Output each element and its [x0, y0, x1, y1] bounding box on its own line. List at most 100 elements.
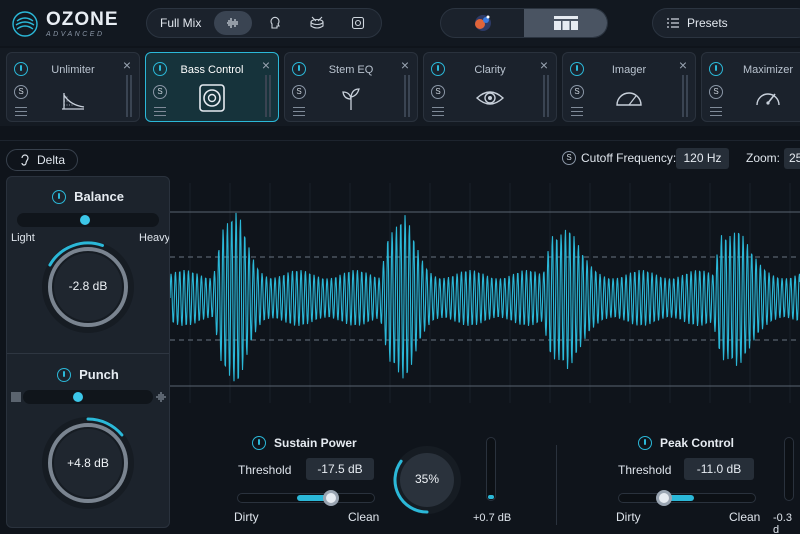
solo-icon[interactable]: S [292, 85, 306, 99]
view-assistant-button[interactable] [441, 9, 524, 37]
peak-dirty-clean-slider[interactable] [618, 490, 756, 506]
punch-title: Punch [79, 367, 119, 382]
view-modules-button[interactable] [524, 9, 607, 37]
module-unlimiter[interactable]: Unlimiter × S [6, 52, 140, 122]
peak-threshold-field[interactable]: -11.0 dB [684, 458, 754, 480]
sustain-dirty-label: Dirty [234, 510, 259, 524]
balance-value: -2.8 dB [68, 279, 108, 293]
full-mix-button[interactable]: Full Mix [147, 16, 214, 30]
close-icon[interactable]: × [538, 58, 550, 72]
sustain-threshold-label: Threshold [238, 463, 292, 477]
zoom-field[interactable]: 25 [784, 148, 800, 169]
ozone-logo-icon [12, 11, 38, 37]
sustain-output-meter [486, 437, 496, 501]
cutoff-frequency-label: Cutoff Frequency: [581, 151, 677, 165]
module-menu-icon[interactable] [154, 107, 166, 116]
module-menu-icon[interactable] [571, 107, 583, 116]
presets-button[interactable]: Presets [652, 8, 800, 38]
module-name: Maximizer [742, 64, 794, 76]
solo-icon[interactable]: S [570, 85, 584, 99]
close-icon[interactable]: × [121, 58, 133, 72]
punch-slider-thumb[interactable] [73, 392, 84, 402]
peak-control-header: Peak Control [638, 436, 734, 450]
vocal-head-icon [270, 16, 280, 29]
module-stem-eq[interactable]: Stem EQ × S [284, 52, 418, 122]
drum-icon [309, 16, 324, 29]
peak-control-power-icon[interactable] [638, 436, 652, 450]
sustain-dirty-clean-slider[interactable] [237, 490, 375, 506]
peak-dirty-label: Dirty [616, 510, 641, 524]
punch-power-icon[interactable] [57, 367, 72, 382]
module-meter [265, 75, 271, 117]
peak-control-title: Peak Control [660, 436, 735, 450]
module-menu-icon[interactable] [432, 107, 444, 116]
mix-waveform-button[interactable] [214, 11, 253, 35]
sustain-threshold-field[interactable]: -17.5 dB [306, 458, 374, 480]
solo-icon[interactable]: S [153, 85, 167, 99]
sustain-power-header: Sustain Power [252, 436, 357, 450]
solo-icon[interactable]: S [14, 85, 28, 99]
module-meter [682, 75, 688, 117]
module-bass-control[interactable]: Bass Control × S [145, 52, 279, 122]
module-meter [126, 75, 132, 117]
module-menu-icon[interactable] [710, 107, 722, 116]
sustain-clean-label: Clean [348, 510, 380, 524]
module-imager[interactable]: Imager × S [562, 52, 696, 122]
sustain-mix-value: 35% [414, 472, 440, 486]
module-name: Stem EQ [328, 64, 374, 76]
sustain-slider-thumb[interactable] [323, 490, 340, 506]
mix-speaker-button[interactable] [339, 11, 377, 35]
balance-title: Balance [74, 189, 124, 204]
solo-icon[interactable]: S [709, 85, 723, 99]
assistant-orb-icon [474, 15, 491, 31]
module-strip: Unlimiter × S Bass Control × S Stem EQ × S Clarit… [0, 48, 800, 126]
punch-slider[interactable] [23, 390, 153, 404]
subwoofer-icon [199, 84, 225, 112]
modules-grid-icon [553, 16, 578, 30]
module-maximizer[interactable]: Maximizer×S [701, 52, 800, 122]
peak-threshold-label: Threshold [618, 463, 672, 477]
balance-slider-thumb[interactable] [80, 215, 91, 225]
module-menu-icon[interactable] [293, 107, 305, 116]
cutoff-solo-button[interactable]: S [562, 151, 576, 165]
delta-button[interactable]: Delta [6, 149, 78, 171]
balance-punch-panel: Balance Light Heavy -2.8 dB Punch +4.8 d… [6, 176, 170, 528]
close-icon[interactable]: × [260, 58, 272, 72]
view-toggle [440, 8, 608, 38]
mix-selector: Full Mix [146, 8, 382, 38]
balance-heavy-label: Heavy [139, 232, 170, 244]
balance-slider[interactable] [17, 213, 159, 227]
mix-vocals-button[interactable] [256, 11, 294, 35]
waveform-icon [227, 18, 238, 28]
module-menu-icon[interactable] [15, 107, 27, 116]
sustain-power-icon[interactable] [252, 436, 266, 450]
module-name: Clarity [474, 64, 506, 76]
module-clarity[interactable]: Clarity × S [423, 52, 557, 122]
delta-label: Delta [36, 153, 65, 167]
gauge-icon [756, 93, 780, 106]
sustain-power-title: Sustain Power [274, 436, 357, 450]
punch-value: +4.8 dB [67, 456, 109, 470]
ear-icon [21, 154, 29, 166]
waveform-display[interactable] [170, 183, 800, 403]
close-icon[interactable]: × [677, 58, 689, 72]
solo-icon[interactable]: S [431, 85, 445, 99]
speaker-icon [352, 16, 365, 30]
peak-slider-thumb[interactable] [655, 490, 672, 506]
panel-divider [7, 353, 169, 354]
balance-power-icon[interactable] [52, 189, 67, 204]
balance-header: Balance [7, 189, 169, 204]
semicircle-icon [616, 92, 642, 106]
eye-icon [475, 91, 505, 105]
sprout-icon [342, 88, 360, 110]
module-meter [404, 75, 410, 117]
mix-drums-button[interactable] [298, 11, 336, 35]
presets-label: Presets [687, 16, 728, 30]
punch-header: Punch [7, 367, 169, 382]
balance-light-label: Light [11, 232, 35, 244]
control-separator [556, 445, 557, 525]
close-icon[interactable]: × [399, 58, 411, 72]
cutoff-frequency-field[interactable]: 120 Hz [676, 148, 729, 169]
punch-high-icon [156, 392, 166, 402]
sustain-meter-fill [488, 495, 494, 499]
